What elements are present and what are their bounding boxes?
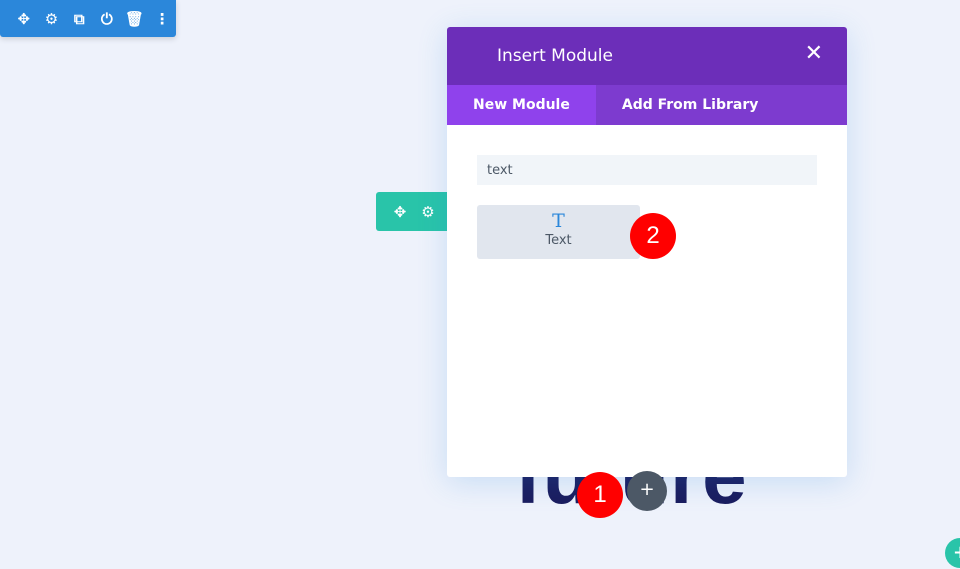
module-text[interactable]: T Text: [477, 205, 640, 259]
add-row-button[interactable]: +: [945, 538, 960, 568]
modal-tabs: New Module Add From Library: [447, 85, 847, 125]
module-search-input[interactable]: [477, 155, 817, 185]
section-toolbar: ✥ ⚙ ⧉ ⏻ 🗑 ⋮: [0, 0, 176, 37]
add-module-button[interactable]: +: [627, 471, 667, 511]
more-icon[interactable]: ⋮: [148, 10, 176, 28]
modal-title: Insert Module: [497, 46, 613, 66]
modal-header: Insert Module ✕: [447, 27, 847, 85]
text-icon: T: [552, 210, 565, 232]
power-icon[interactable]: ⏻: [93, 10, 121, 28]
close-icon[interactable]: ✕: [805, 41, 823, 66]
duplicate-icon[interactable]: ⧉: [65, 10, 93, 28]
step-badge-2: 2: [630, 213, 676, 259]
row-toolbar: ✥ ⚙: [376, 192, 448, 231]
module-label: Text: [545, 233, 572, 248]
move-icon[interactable]: ✥: [10, 10, 38, 28]
move-icon[interactable]: ✥: [386, 203, 414, 221]
gear-icon[interactable]: ⚙: [414, 203, 442, 221]
tab-new-module[interactable]: New Module: [447, 85, 596, 125]
gear-icon[interactable]: ⚙: [38, 10, 66, 28]
step-badge-1: 1: [577, 472, 623, 518]
trash-icon[interactable]: 🗑: [121, 10, 149, 28]
tab-add-from-library[interactable]: Add From Library: [596, 85, 785, 125]
